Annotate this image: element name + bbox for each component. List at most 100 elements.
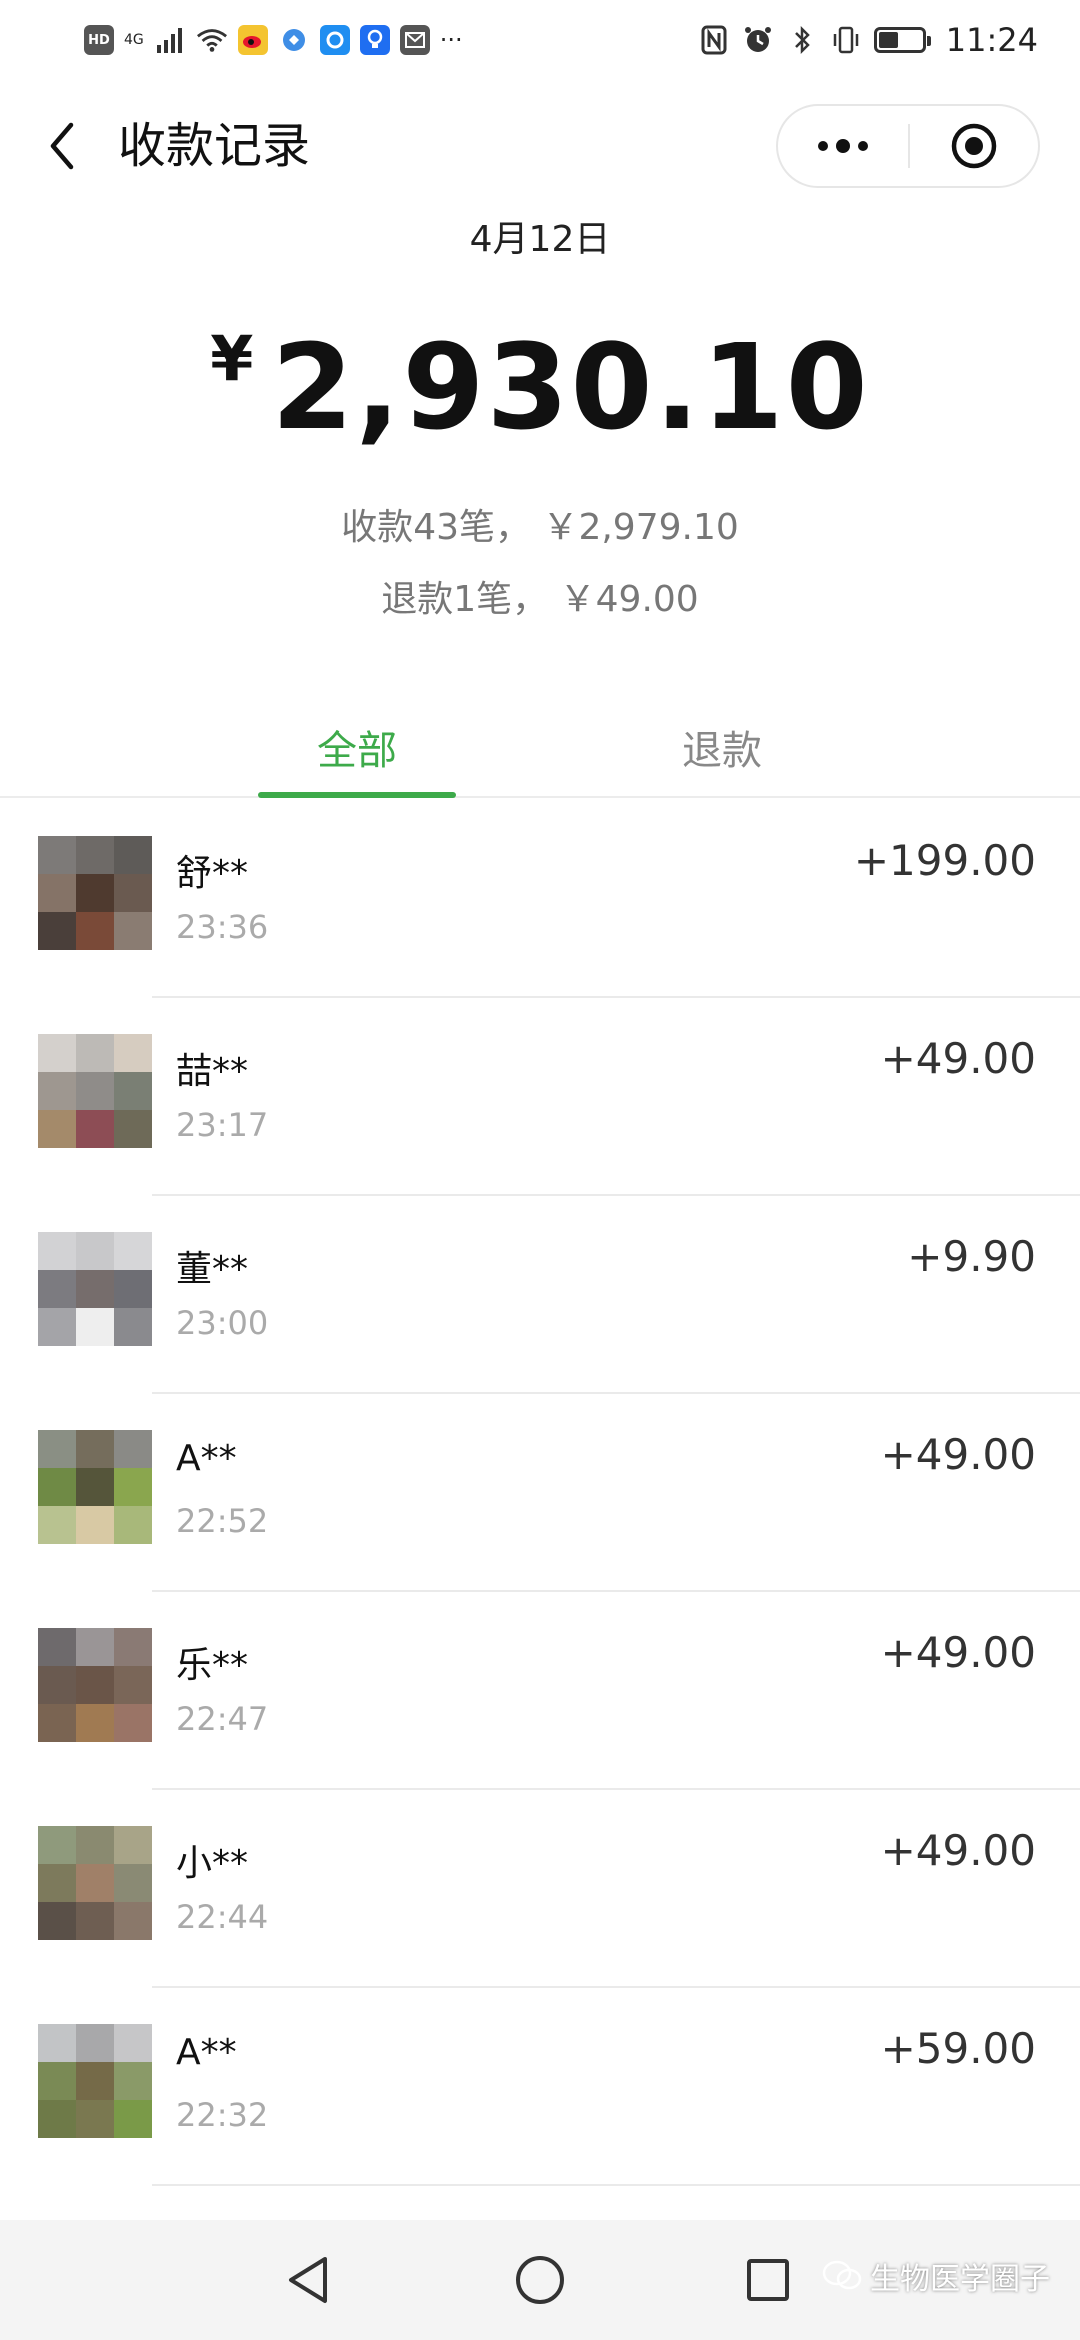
tab-all-label: 全部 — [317, 728, 397, 774]
avatar-pixel — [38, 2024, 76, 2062]
target-close-icon — [951, 123, 997, 169]
avatar-pixel — [114, 1232, 152, 1270]
payment-amount: +59.00 — [880, 2024, 1036, 2073]
avatar-pixel — [114, 2024, 152, 2062]
avatar-pixel — [114, 1430, 152, 1468]
signal-icon — [154, 24, 186, 56]
avatar-pixel — [76, 1232, 114, 1270]
payment-time: 23:36 — [176, 908, 269, 946]
avatar-pixel — [76, 1034, 114, 1072]
avatar-pixel — [38, 1072, 76, 1110]
tab-refund[interactable]: 退款 — [632, 716, 812, 796]
avatar-pixel — [38, 2062, 76, 2100]
list-item[interactable]: A** 22:52 +49.00 — [0, 1394, 1080, 1592]
app-icon — [278, 24, 310, 56]
more-button[interactable] — [778, 106, 908, 186]
avatar-pixel — [114, 1468, 152, 1506]
page-title: 收款记录 — [118, 118, 311, 174]
list-item[interactable]: A** 22:32 +59.00 — [0, 1988, 1080, 2186]
avatar-pixel — [76, 1826, 114, 1864]
bulb-icon — [359, 25, 390, 55]
list-item[interactable]: 舒** 23:36 +199.00 — [0, 800, 1080, 998]
avatar-pixel — [38, 1034, 76, 1072]
avatar-pixel — [114, 1666, 152, 1704]
avatar — [38, 1430, 152, 1544]
payment-time: 23:00 — [176, 1304, 269, 1342]
avatar-pixel — [76, 1864, 114, 1902]
list-item[interactable]: 乐** 22:47 +49.00 — [0, 1592, 1080, 1790]
total-amount: ¥2,930.10 — [0, 318, 1080, 456]
tab-refund-label: 退款 — [682, 728, 762, 774]
avatar-pixel — [38, 1902, 76, 1940]
avatar-pixel — [76, 2024, 114, 2062]
payer-name: 舒** — [176, 853, 249, 894]
avatar-pixel — [114, 1826, 152, 1864]
triangle-back-icon — [289, 2257, 327, 2303]
nfc-icon — [698, 24, 730, 56]
payment-time: 22:32 — [176, 2096, 269, 2134]
avatar-pixel — [76, 1506, 114, 1544]
mini-program-capsule — [776, 104, 1040, 188]
nav-back-button[interactable] — [270, 2242, 346, 2318]
payment-amount: +49.00 — [880, 1034, 1036, 1083]
nav-home-button[interactable] — [502, 2242, 578, 2318]
nav-recents-button[interactable] — [730, 2242, 806, 2318]
more-dots-icon — [818, 139, 868, 153]
avatar-pixel — [114, 1506, 152, 1544]
list-item[interactable]: 喆** 23:17 +49.00 — [0, 998, 1080, 1196]
payment-amount: +199.00 — [853, 836, 1036, 885]
close-mini-program-button[interactable] — [910, 106, 1038, 186]
back-button[interactable] — [32, 114, 92, 178]
avatar-pixel — [114, 1864, 152, 1902]
list-item[interactable]: 董** 23:00 +9.90 — [0, 1196, 1080, 1394]
currency-symbol: ¥ — [210, 322, 254, 395]
tab-active-indicator — [258, 792, 456, 798]
avatar-pixel — [114, 2062, 152, 2100]
avatar-pixel — [38, 836, 76, 874]
avatar-pixel — [76, 1430, 114, 1468]
bluetooth-icon — [786, 24, 818, 56]
avatar-pixel — [38, 1270, 76, 1308]
title-bar: 收款记录 — [0, 96, 1080, 196]
avatar-pixel — [38, 1826, 76, 1864]
wechat-icon — [822, 2260, 862, 2290]
total-value: 2,930.10 — [271, 318, 870, 456]
status-bar-right: 11:24 — [698, 18, 1038, 62]
payment-time: 22:44 — [176, 1898, 269, 1936]
avatar-pixel — [76, 2062, 114, 2100]
clock: 11:24 — [945, 21, 1038, 59]
avatar-pixel — [114, 1628, 152, 1666]
avatar-pixel — [38, 2100, 76, 2138]
avatar-pixel — [38, 1232, 76, 1270]
avatar — [38, 1826, 152, 1940]
network-type-label: 4G — [124, 32, 144, 48]
avatar-pixel — [114, 1902, 152, 1940]
avatar-pixel — [114, 1072, 152, 1110]
payment-amount: +49.00 — [880, 1628, 1036, 1677]
tab-all[interactable]: 全部 — [258, 716, 456, 798]
more-notifications: ··· — [439, 26, 463, 54]
payer-name: A** — [176, 2032, 237, 2073]
payer-name: 喆** — [176, 1051, 249, 1092]
avatar-pixel — [76, 1110, 114, 1148]
payment-time: 22:47 — [176, 1700, 269, 1738]
avatar — [38, 1232, 152, 1346]
avatar-pixel — [38, 1506, 76, 1544]
vibrate-icon — [830, 24, 862, 56]
avatar-pixel — [76, 836, 114, 874]
avatar-pixel — [114, 1704, 152, 1742]
avatar-pixel — [76, 1468, 114, 1506]
watermark: 生物医学圈子 — [822, 2254, 1050, 2298]
avatar-pixel — [114, 1034, 152, 1072]
wifi-icon — [196, 24, 228, 56]
avatar-pixel — [76, 912, 114, 950]
mail-icon — [399, 25, 430, 55]
weibo-icon — [237, 25, 268, 55]
avatar-pixel — [38, 1468, 76, 1506]
avatar-pixel — [76, 1072, 114, 1110]
avatar-pixel — [38, 874, 76, 912]
list-item[interactable]: 小** 22:44 +49.00 — [0, 1790, 1080, 1988]
payment-amount: +9.90 — [907, 1232, 1036, 1281]
avatar — [38, 836, 152, 950]
payer-name: 小** — [176, 1843, 249, 1884]
